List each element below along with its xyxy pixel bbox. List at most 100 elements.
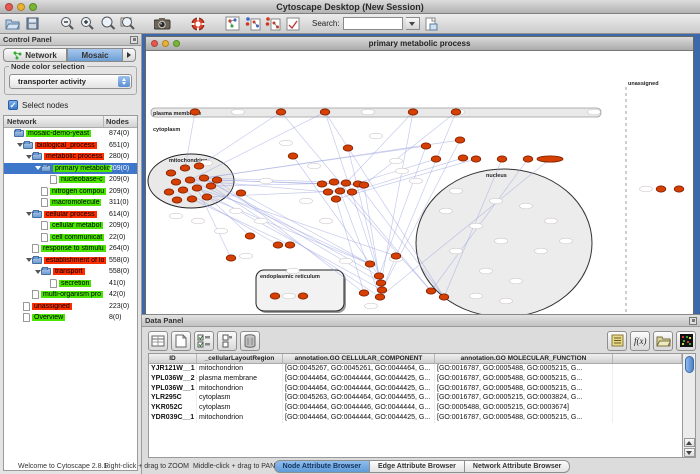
graph-node[interactable] [375,294,385,300]
table-cell[interactable]: [GO:0044464, GO:0044444, GO:0044425, G..… [283,413,435,423]
tree-row[interactable]: cell communicat22(0) [4,232,137,244]
tree-row[interactable]: nitrogen compou209(0) [4,186,137,198]
expand-triangle-icon[interactable] [25,258,32,262]
graph-node[interactable] [335,188,345,194]
tree-col-nodes[interactable]: Nodes [104,116,137,127]
graph-node[interactable] [320,109,330,115]
table-cell[interactable]: [GO:0016787, GO:0005488, GO:0005215, G..… [435,413,613,423]
graph-node[interactable] [180,165,190,171]
import-attributes-button[interactable] [653,331,673,351]
table-scrollbar[interactable] [683,353,696,458]
search-dropdown-button[interactable] [406,17,420,30]
table-cell[interactable]: [GO:0045263, GO:0044464, GO:0044455, G..… [283,393,435,403]
annotation-button[interactable] [284,15,301,32]
column-header[interactable]: _cellularLayoutRegion [197,354,283,363]
graph-node[interactable] [347,189,357,195]
table-cell[interactable]: YLR295C [149,393,197,403]
new-attribute-button[interactable] [171,331,191,351]
graph-node[interactable] [421,143,431,149]
tree-row[interactable]: establishment of lo558(0) [4,255,137,267]
tree-col-network[interactable]: Network [4,116,104,127]
tree-item-label[interactable]: metabolic process [44,153,104,160]
table-cell[interactable]: [GO:0016787, GO:0005488, GO:0005215, G..… [435,374,613,384]
attribute-list-button[interactable] [607,331,627,351]
graph-node[interactable] [451,109,461,115]
graph-node[interactable] [426,288,436,294]
graph-node[interactable] [172,197,182,203]
import-network-button[interactable] [423,15,440,32]
tree-row[interactable]: response to stimulu264(0) [4,243,137,255]
delete-attribute-button[interactable] [240,331,260,351]
tree-row[interactable]: metabolic process280(0) [4,151,137,163]
table-cell[interactable]: [GO:0016787, GO:0005488, GO:0005215, G..… [435,384,613,394]
zoom-fit-button[interactable] [119,15,136,32]
tree-row[interactable]: transport558(0) [4,266,137,278]
graph-node[interactable] [471,156,481,162]
graph-node[interactable] [194,163,204,169]
tree-row[interactable]: mosaic-demo-yeast874(0) [4,128,137,140]
table-cell[interactable]: mitochondrion [197,364,283,374]
network-view-titlebar[interactable]: primary metabolic process [146,37,693,51]
tree-row[interactable]: cellular metabol209(0) [4,220,137,232]
tree-row[interactable]: cellular process614(0) [4,209,137,221]
graph-node[interactable] [359,290,369,296]
table-cell[interactable]: plasma membrane [197,374,283,384]
table-cell[interactable]: [GO:0044464, GO:0044446, GO:0044444, G..… [283,403,435,413]
graph-node[interactable] [285,242,295,248]
tree-row[interactable]: secretion41(0) [4,278,137,290]
search-input[interactable] [343,17,403,30]
graph-node[interactable] [206,183,216,189]
table-cell[interactable]: YKR052C [149,403,197,413]
node-color-dropdown[interactable]: transporter activity [9,74,132,89]
unselect-attributes-button[interactable] [217,331,237,351]
attribute-table[interactable]: ID_cellularLayoutRegionannotation.GO CEL… [148,353,683,458]
graph-node[interactable] [164,189,174,195]
graph-node[interactable] [185,177,195,183]
graph-node[interactable] [187,196,197,202]
tree-item-label[interactable]: unassigned [32,303,72,310]
table-row[interactable]: YDR039C__1mitochondrion[GO:0044464, GO:0… [149,413,682,423]
open-button[interactable] [4,15,21,32]
graph-node[interactable] [245,233,255,239]
tree-item-label[interactable]: response to stimulu [41,245,106,252]
zoom-selected-button[interactable] [99,15,116,32]
table-row[interactable]: YPL036W__2plasma membrane[GO:0044464, GO… [149,374,682,384]
graph-node[interactable] [323,189,333,195]
graph-node[interactable] [376,280,386,286]
graph-node[interactable] [343,145,353,151]
tree-item-label[interactable]: macromolecule [50,199,101,206]
table-cell[interactable]: cytoplasm [197,393,283,403]
graph-node[interactable] [236,190,246,196]
graph-node[interactable] [374,273,384,279]
float-panel-icon[interactable] [130,36,138,44]
tree-item-label[interactable]: cellular metabol [50,222,103,229]
graph-node[interactable] [212,177,222,183]
column-header[interactable]: annotation.GO CELLULAR_COMPONENT [283,354,435,363]
save-button[interactable] [24,15,41,32]
network-overview-button[interactable] [224,15,241,32]
layout-nodes-button[interactable] [244,15,261,32]
float-panel-icon[interactable] [689,317,697,325]
layout-edges-button[interactable] [264,15,281,32]
tree-row[interactable]: macromolecule311(0) [4,197,137,209]
expand-triangle-icon[interactable] [25,212,32,216]
graph-node[interactable] [497,156,507,162]
table-cell[interactable]: [GO:0044464, GO:0044444, GO:0044425, G..… [283,384,435,394]
tree-column-headers[interactable]: Network Nodes [4,116,137,128]
graph-node[interactable] [365,261,375,267]
graph-edge[interactable] [328,159,436,192]
tree-item-label[interactable]: establishment of lo [44,257,106,264]
table-row[interactable]: YLR295Ccytoplasm[GO:0045263, GO:0044464,… [149,393,682,403]
snapshot-button[interactable] [154,15,171,32]
graph-node[interactable] [455,137,465,143]
tree-item-label[interactable]: Overview [32,314,65,321]
graph-node[interactable] [190,109,200,115]
select-nodes-checkbox[interactable]: ✓ [8,100,18,110]
expand-triangle-icon[interactable] [16,143,23,147]
table-cell[interactable]: [GO:0016787, GO:0005488, GO:0005215, G..… [435,364,613,374]
graph-node[interactable] [359,182,369,188]
graph-node[interactable] [226,255,236,261]
graph-node[interactable] [656,186,666,192]
graph-edge[interactable] [183,190,278,245]
graph-node[interactable] [331,196,341,202]
